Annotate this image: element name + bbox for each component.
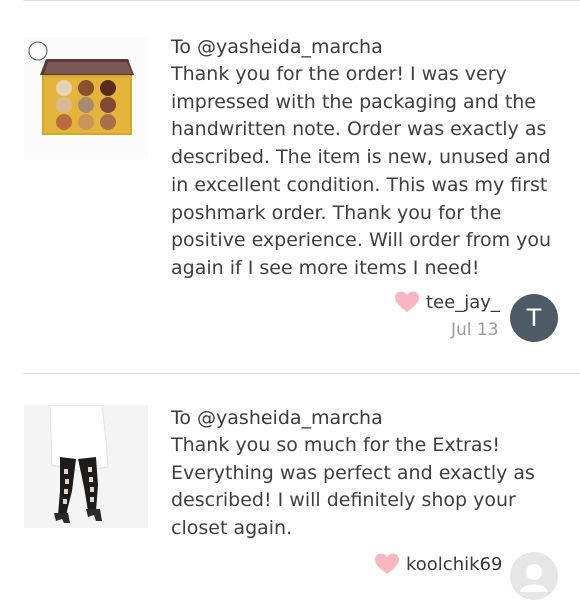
reviewer-username-link[interactable]: koolchik69 [406,554,502,575]
review-line: described. The item is new, unused and [171,146,551,169]
review-line: Thank you so much for the Extras! [171,434,501,456]
reviewer-avatar[interactable]: T [510,294,558,342]
product-thumbnail[interactable] [24,405,148,528]
avatar-initial: T [526,304,542,332]
review-line: described! I will definitely shop your [171,489,516,512]
product-thumbnail[interactable] [24,37,148,159]
review-line: closet again. [171,517,293,540]
review-line: again if I see more items I need! [171,256,480,279]
top-divider [23,0,580,1]
review-line: handwritten note. Order was exactly as [171,118,547,141]
review-line: poshmark order. Thank you for the [171,201,502,224]
reviewer-username-link[interactable]: tee_jay_ [426,292,500,313]
reviewer-avatar[interactable] [510,552,558,600]
review-text: Thank you for the order! I was very impr… [171,61,563,283]
review-text: Thank you so much for the Extras! Everyt… [171,432,563,543]
review-divider [23,373,580,374]
review-line: in excellent condition. This was my firs… [171,173,548,196]
eyeshadow-palette-image [24,37,148,159]
reviewer-row: koolchik69 [374,552,502,576]
cutout-leggings-image [24,405,148,528]
review-recipient: To @yasheida_marcha [171,407,383,429]
review-line: Everything was perfect and exactly as [171,461,535,484]
review-line: impressed with the packaging and the [171,90,536,113]
review-line: Thank you for the order! I was very [171,63,507,85]
heart-icon [395,291,419,312]
review-recipient: To @yasheida_marcha [171,36,383,58]
review-date: Jul 13 [451,320,499,340]
review-line: positive experience. Will order from you [171,229,552,252]
heart-icon [375,553,399,574]
reviewer-row: tee_jay_ [394,290,500,314]
default-avatar-icon [520,564,548,592]
